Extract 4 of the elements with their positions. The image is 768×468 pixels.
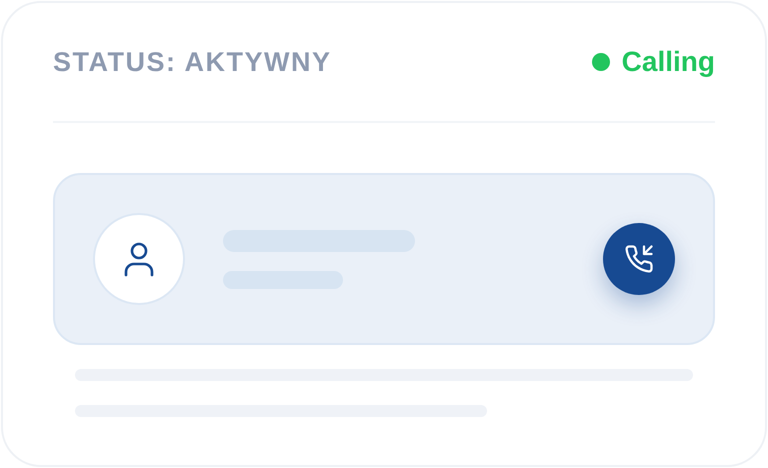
status-title: STATUS: AKTYWNY	[53, 46, 332, 78]
incoming-call-icon	[624, 244, 654, 274]
user-icon	[123, 241, 155, 277]
status-label: Calling	[622, 46, 715, 78]
